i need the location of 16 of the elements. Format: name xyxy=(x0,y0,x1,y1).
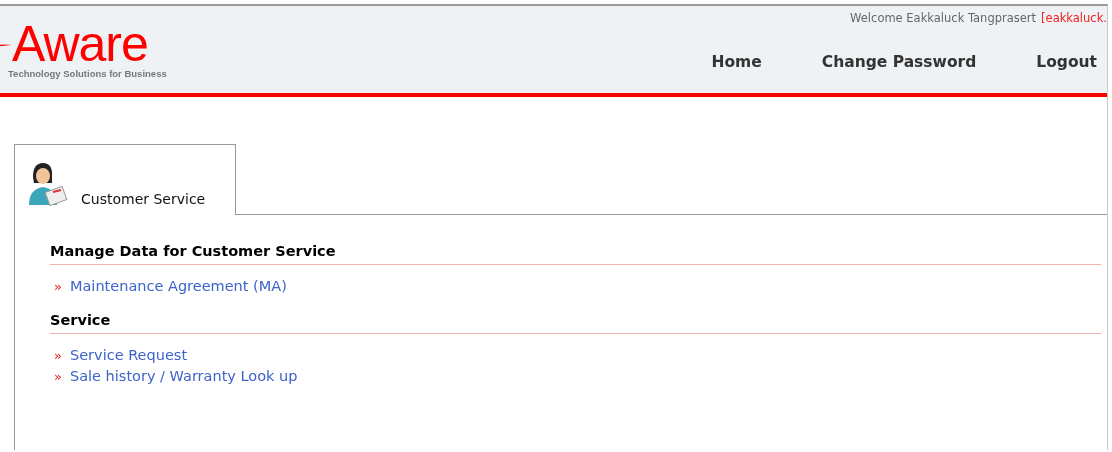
nav-link[interactable]: Change Password xyxy=(771,53,987,71)
menu-link[interactable]: Sale history / Warranty Look up xyxy=(69,368,298,384)
menu-link[interactable]: Maintenance Agreement (MA) xyxy=(69,278,287,294)
nav-link[interactable]: Home xyxy=(661,53,772,71)
tab[interactable]: Customer Service xyxy=(14,144,236,215)
bullet-mark: » xyxy=(54,347,62,363)
menu-link[interactable]: Service Request xyxy=(69,347,188,363)
nav-link[interactable]: Logout xyxy=(986,53,1107,71)
bullet-mark: » xyxy=(54,368,62,384)
welcome-text: Welcome Eakkaluck Tangprasert xyxy=(850,11,1037,25)
section-heading: Manage Data for Customer Service xyxy=(50,243,1101,265)
logo-tagline: Technology Solutions for Business xyxy=(8,68,167,79)
section-heading: Service xyxy=(50,312,1101,334)
bullet-mark: » xyxy=(54,278,62,294)
username-text: [eakkaluck. xyxy=(1041,11,1107,25)
logo: Aware xyxy=(12,22,148,66)
